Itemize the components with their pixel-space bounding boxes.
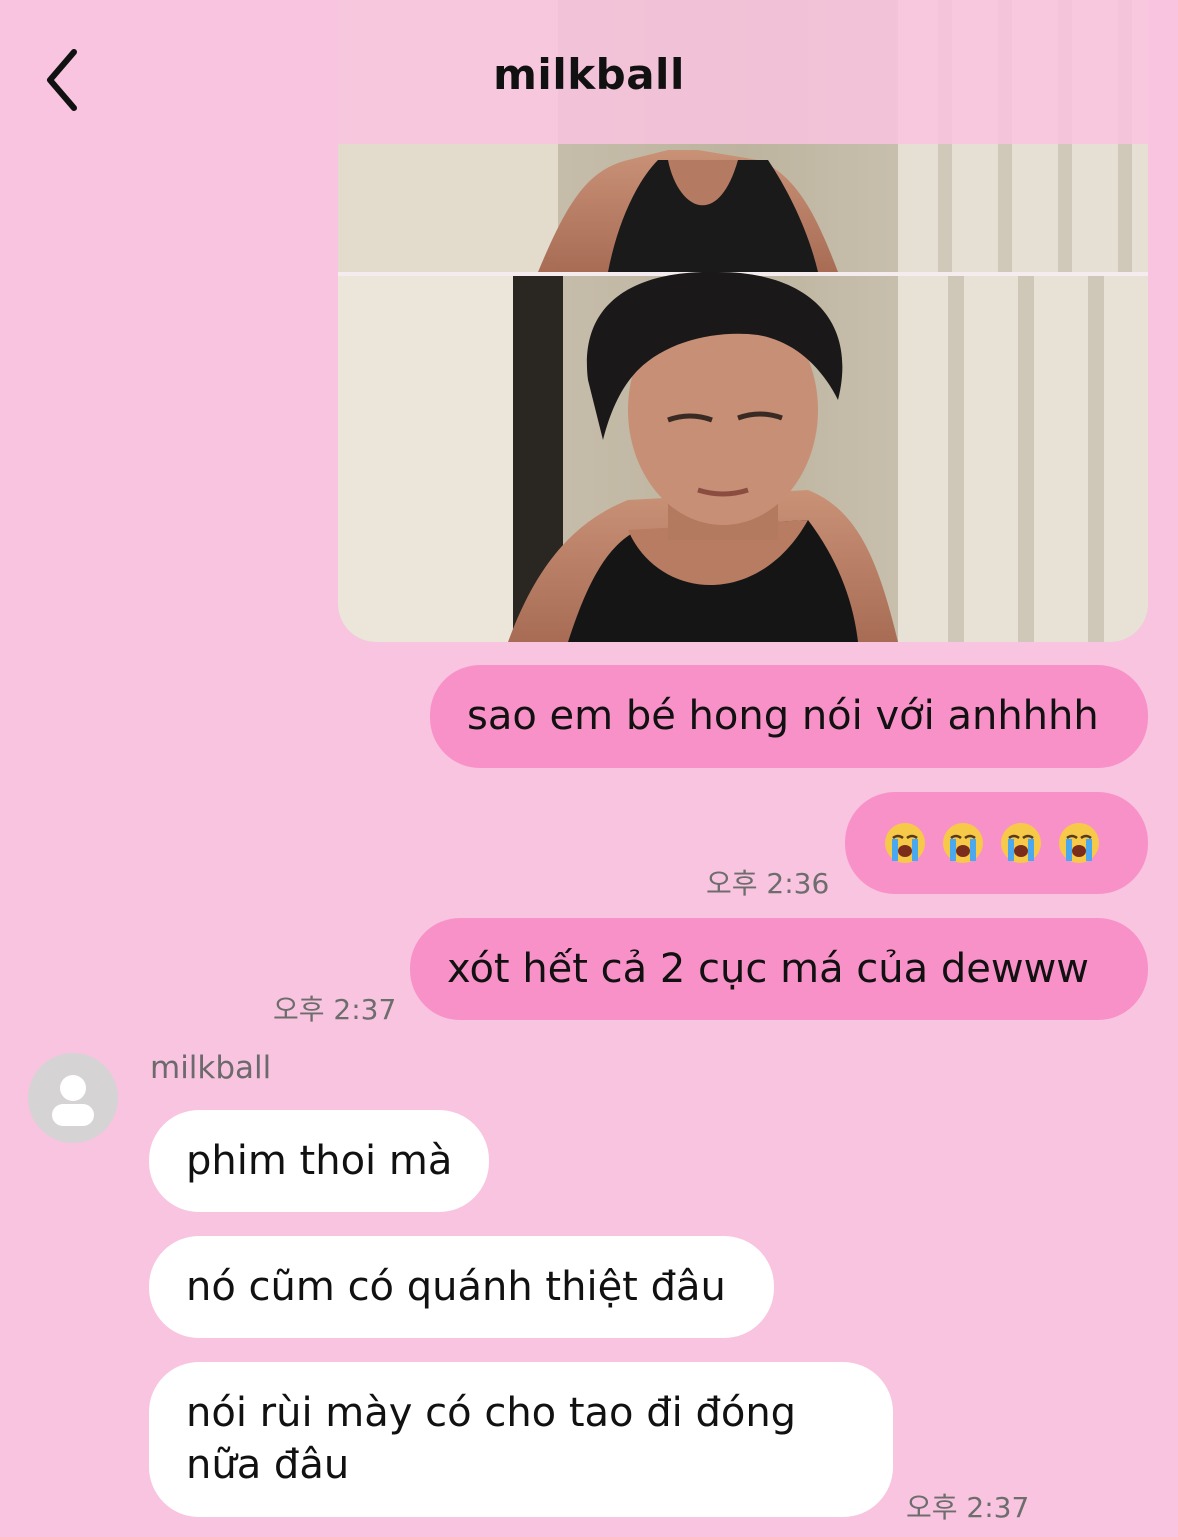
incoming-message[interactable]: nói rùi mày có cho tao đi đóng nữa đâu xyxy=(149,1362,893,1517)
loudly-crying-face-icon xyxy=(885,823,925,863)
message-text: nó cũm có quánh thiệt đâu xyxy=(186,1264,726,1310)
sender-name: milkball xyxy=(150,1050,272,1086)
chat-title: milkball xyxy=(493,50,685,99)
incoming-message[interactable]: nó cũm có quánh thiệt đâu xyxy=(149,1236,774,1338)
message-text: phim thoi mà xyxy=(186,1138,453,1184)
loudly-crying-face-icon xyxy=(1059,823,1099,863)
message-timestamp: 오후 2:37 xyxy=(273,993,397,1026)
loudly-crying-face-icon xyxy=(943,823,983,863)
message-text: xót hết cả 2 cục má của dewww xyxy=(447,946,1090,992)
outgoing-message-emoji[interactable] xyxy=(845,792,1148,894)
message-timestamp: 오후 2:36 xyxy=(706,867,830,900)
message-text-line: nói rùi mày có cho tao đi đóng xyxy=(186,1390,797,1436)
message-timestamp: 오후 2:37 xyxy=(906,1491,1030,1524)
avatar[interactable] xyxy=(28,1053,118,1143)
loudly-crying-face-icon xyxy=(1001,823,1041,863)
outgoing-message[interactable]: sao em bé hong nói với anhhhh xyxy=(430,665,1148,768)
incoming-message[interactable]: phim thoi mà xyxy=(149,1110,489,1212)
chat-header: milkball xyxy=(0,0,1178,144)
default-user-icon xyxy=(52,1075,94,1126)
message-text-line: nữa đâu xyxy=(186,1442,350,1488)
outgoing-message[interactable]: xót hết cả 2 cục má của dewww xyxy=(410,918,1148,1020)
message-text: sao em bé hong nói với anhhhh xyxy=(467,693,1099,739)
